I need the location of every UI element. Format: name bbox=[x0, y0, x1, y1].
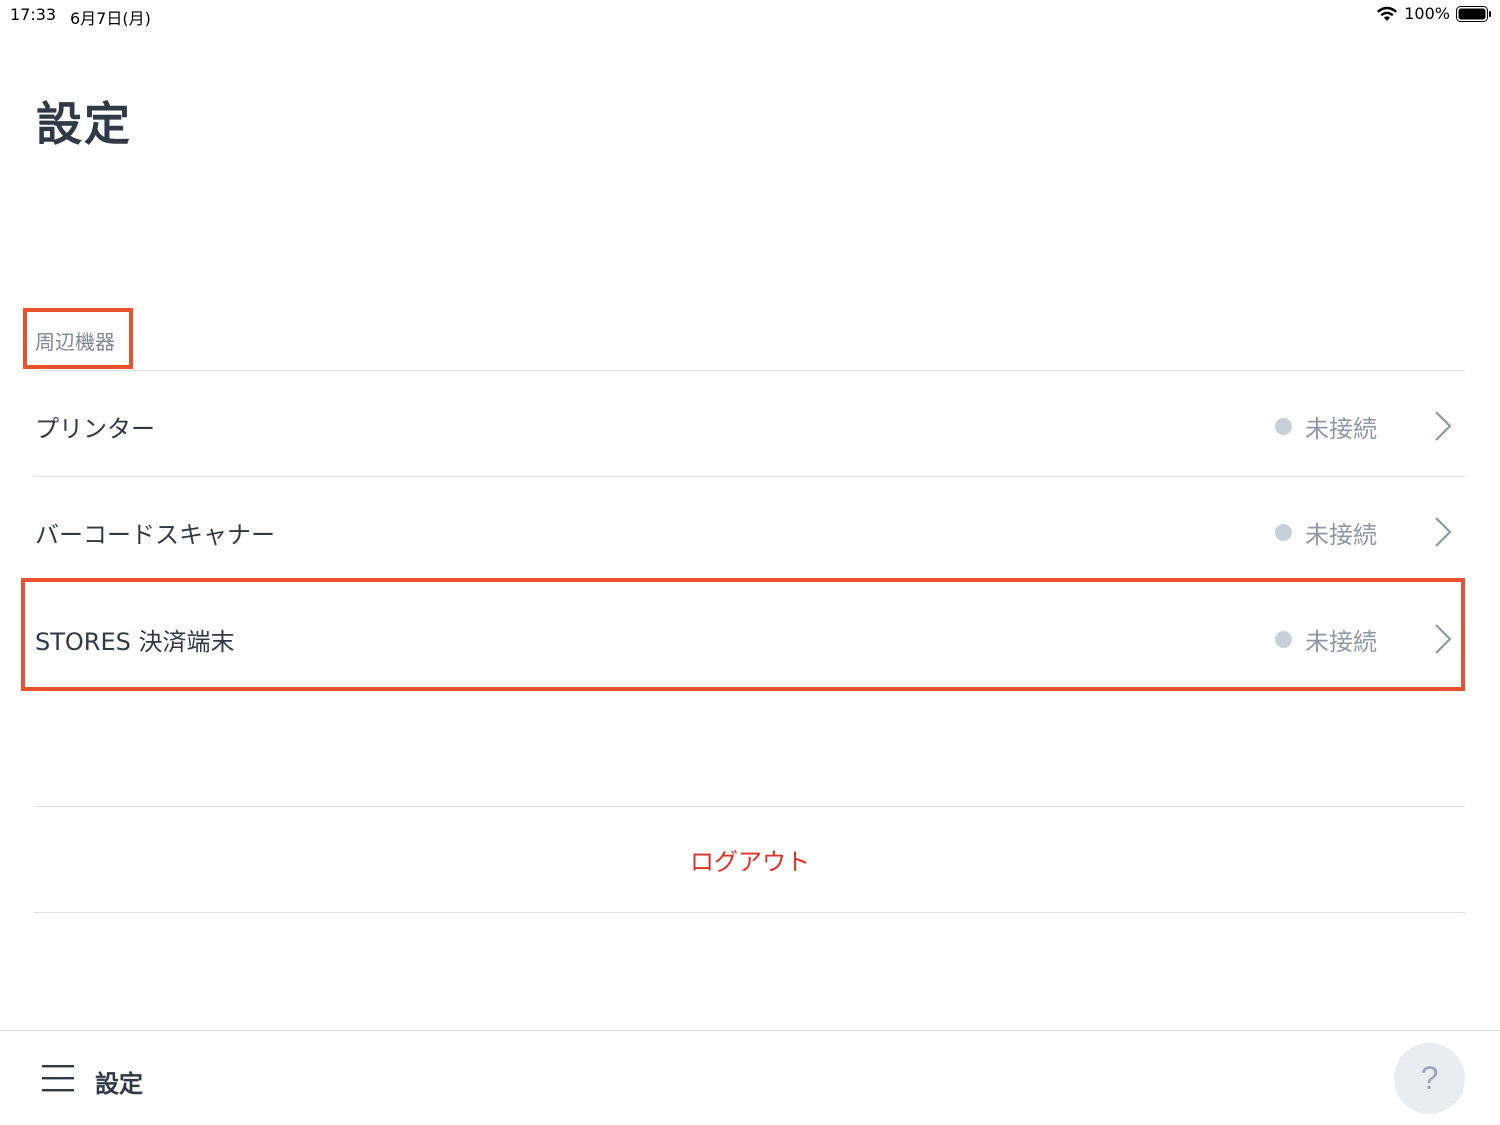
wifi-icon bbox=[1377, 6, 1398, 21]
status-bar: 17:33 6月7日(月) 100% bbox=[0, 0, 1500, 30]
status-indicators: 100% bbox=[1376, 4, 1492, 23]
list-item-label: バーコードスキャナー bbox=[35, 521, 275, 549]
list-item-printer[interactable]: プリンター 未接続 bbox=[35, 371, 1465, 476]
help-button[interactable]: ? bbox=[1394, 1043, 1465, 1114]
menu-icon[interactable] bbox=[42, 1064, 74, 1092]
connection-status: 未接続 bbox=[1275, 409, 1377, 444]
status-date: 6月7日(月) bbox=[70, 9, 151, 28]
connection-status-text: 未接続 bbox=[1305, 521, 1377, 549]
status-time: 17:33 bbox=[10, 5, 57, 24]
divider bbox=[35, 912, 1465, 913]
chevron-right-icon bbox=[1435, 517, 1452, 547]
logout-button[interactable]: ログアウト bbox=[35, 807, 1465, 912]
page-title: 設定 bbox=[36, 97, 132, 151]
list-item-barcode-scanner[interactable]: バーコードスキャナー 未接続 bbox=[35, 477, 1465, 582]
chevron-right-icon bbox=[1435, 411, 1452, 441]
list-item-label: プリンター bbox=[35, 415, 155, 443]
bottom-bar: 設定 ? bbox=[0, 1030, 1500, 1125]
bottom-bar-title: 設定 bbox=[95, 1070, 143, 1098]
connection-status-text: 未接続 bbox=[1305, 415, 1377, 443]
settings-screen: 17:33 6月7日(月) 100% 設定 周辺機器 プリンター 未接続 バーコ… bbox=[0, 0, 1500, 1125]
battery-percent: 100% bbox=[1404, 4, 1450, 23]
highlight-stores-terminal bbox=[21, 578, 1465, 691]
status-dot-icon bbox=[1275, 418, 1292, 435]
connection-status: 未接続 bbox=[1275, 515, 1377, 550]
status-dot-icon bbox=[1275, 524, 1292, 541]
highlight-section-header bbox=[23, 308, 133, 369]
battery-icon bbox=[1456, 5, 1491, 22]
